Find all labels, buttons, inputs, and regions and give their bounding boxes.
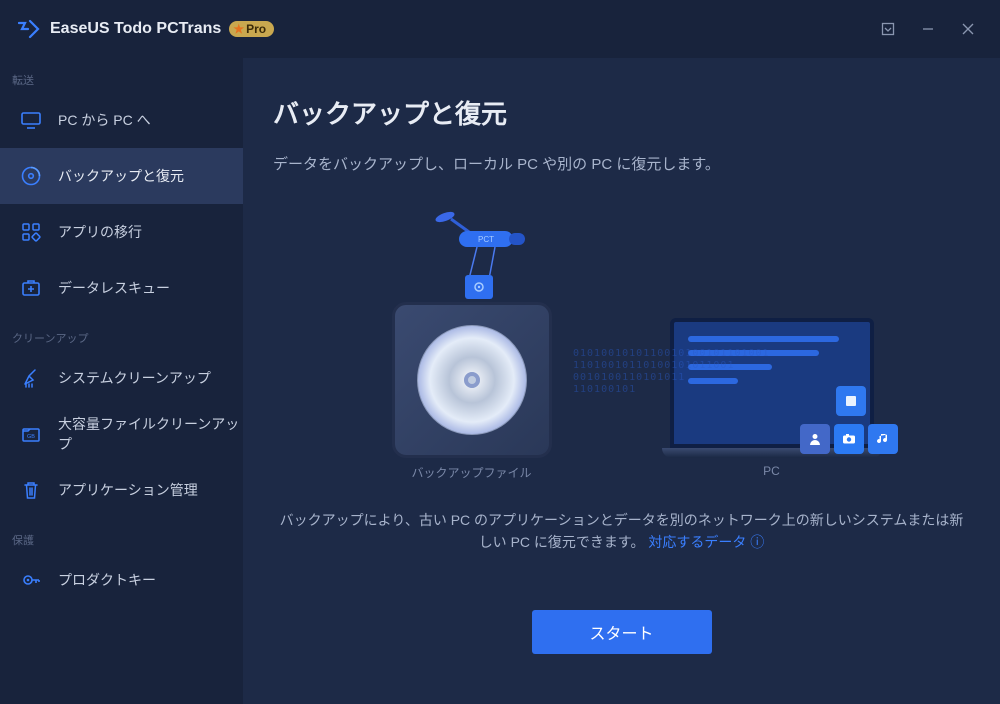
illustration-row: PCT バックア <box>273 198 970 481</box>
nav-label: システムクリーンアップ <box>58 368 211 388</box>
svg-text:GB: GB <box>27 434 35 440</box>
tablet-graphic: PCT <box>392 302 552 458</box>
nav-label: アプリの移行 <box>58 222 142 242</box>
nav-label: バックアップと復元 <box>58 166 184 186</box>
section-label-cleanup: クリーンアップ <box>0 316 243 350</box>
nav-label: データレスキュー <box>58 278 170 298</box>
nav-label: プロダクトキー <box>58 570 156 590</box>
main-content: バックアップと復元 データをバックアップし、ローカル PC や別の PC に復元… <box>243 58 1000 704</box>
pro-badge-text: Pro <box>246 22 266 36</box>
app-logo-icon <box>18 19 40 39</box>
page-title: バックアップと復元 <box>273 94 970 131</box>
pro-badge: ★ Pro <box>229 21 274 37</box>
apps-icon <box>20 221 42 243</box>
disc-icon <box>20 165 42 187</box>
illustration-backup: PCT バックア <box>372 198 572 481</box>
nav-data-rescue[interactable]: データレスキュー <box>0 260 243 316</box>
nav-label: PC から PC へ <box>58 110 151 130</box>
monitor-icon <box>20 109 42 131</box>
minimize-button[interactable] <box>908 9 948 49</box>
laptop-graphic <box>662 318 882 458</box>
start-button[interactable]: スタート <box>532 610 712 654</box>
file-tile-icon <box>836 386 866 416</box>
nav-pc-to-pc[interactable]: PC から PC へ <box>0 92 243 148</box>
section-label-transfer: 転送 <box>0 58 243 92</box>
caption-pc: PC <box>763 464 780 478</box>
bigfile-icon: GB <box>20 423 42 445</box>
star-icon: ★ <box>233 22 244 36</box>
broom-icon <box>20 367 42 389</box>
satellite-graphic: PCT <box>401 209 551 305</box>
nav-product-key[interactable]: プロダクトキー <box>0 552 243 608</box>
nav-app-migration[interactable]: アプリの移行 <box>0 204 243 260</box>
nav-backup-restore[interactable]: バックアップと復元 <box>0 148 243 204</box>
close-button[interactable] <box>948 9 988 49</box>
trash-icon <box>20 479 42 501</box>
sidebar: 転送 PC から PC へ バックアップと復元 アプリの移行 データレスキュー … <box>0 58 243 704</box>
nav-system-cleanup[interactable]: システムクリーンアップ <box>0 350 243 406</box>
supported-data-link[interactable]: 対応するデータ ⓘ <box>648 534 764 550</box>
caption-backup-file: バックアップファイル <box>411 464 531 481</box>
satellite-label: PCT <box>478 235 494 244</box>
music-tile-icon <box>868 424 898 454</box>
dropdown-button[interactable] <box>868 9 908 49</box>
section-label-protection: 保護 <box>0 518 243 552</box>
page-subtitle: データをバックアップし、ローカル PC や別の PC に復元します。 <box>273 153 970 174</box>
app-title: EaseUS Todo PCTrans <box>50 20 221 38</box>
description-text: バックアップにより、古い PC のアプリケーションとデータを別のネットワーク上の… <box>273 509 970 554</box>
camera-tile-icon <box>834 424 864 454</box>
nav-app-management[interactable]: アプリケーション管理 <box>0 462 243 518</box>
disc-graphic <box>417 325 527 435</box>
nav-bigfile-cleanup[interactable]: GB 大容量ファイルクリーンアップ <box>0 406 243 462</box>
description-prefix: バックアップにより、古い PC のアプリケーションとデータを別のネットワーク上の… <box>280 512 964 550</box>
nav-label: 大容量ファイルクリーンアップ <box>58 414 243 454</box>
key-icon <box>20 569 42 591</box>
nav-label: アプリケーション管理 <box>58 480 198 500</box>
illustration-pc: PC <box>672 198 872 481</box>
user-tile-icon <box>800 424 830 454</box>
rescue-icon <box>20 277 42 299</box>
titlebar: EaseUS Todo PCTrans ★ Pro <box>0 0 1000 58</box>
